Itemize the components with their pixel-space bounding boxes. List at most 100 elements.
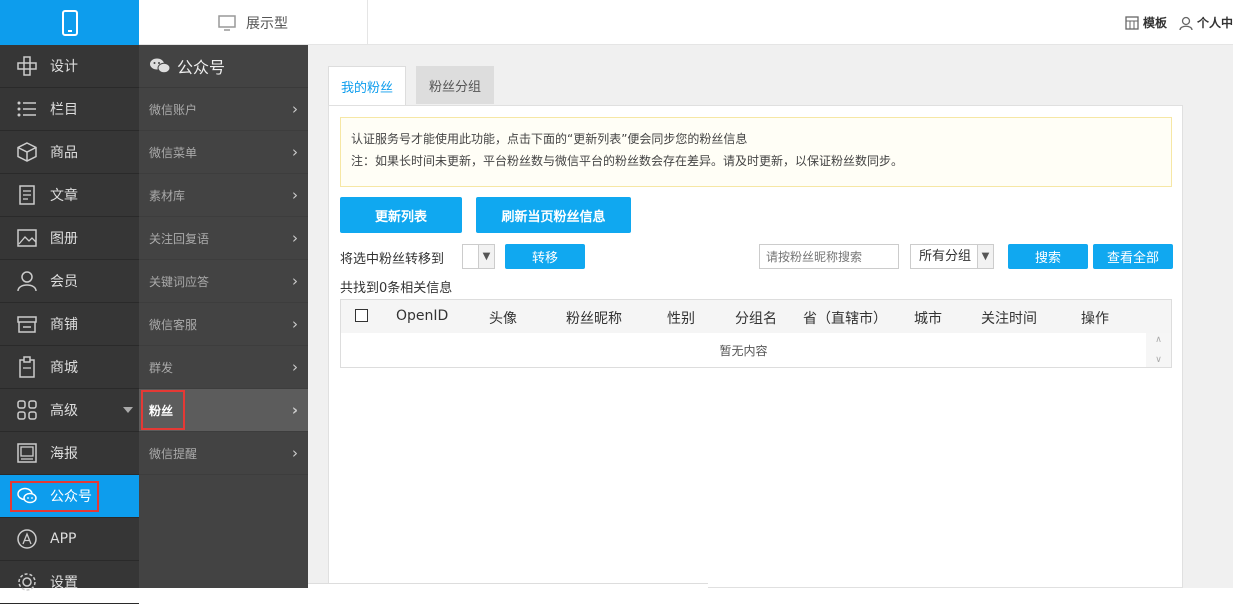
- update-list-button[interactable]: 更新列表: [340, 197, 462, 233]
- subnav-label: 微信提醒: [149, 446, 198, 461]
- move-button[interactable]: 转移: [505, 244, 585, 269]
- main-content: 我的粉丝 粉丝分组 认证服务号才能使用此功能，点击下面的“更新列表”便会同步您的…: [308, 45, 1233, 588]
- fan-search-input[interactable]: [759, 244, 899, 269]
- table-header: OpenID 头像 粉丝昵称 性别 分组名 省（直辖市） 城市 关注时间 操作: [341, 300, 1171, 333]
- gear-icon: [18, 573, 36, 591]
- subnav-label: 关注回复语: [149, 231, 210, 246]
- sidebar-item-settings[interactable]: 设置: [0, 561, 139, 604]
- sidebar-label: 图册: [50, 231, 78, 247]
- sidebar-item-poster[interactable]: 海报: [0, 432, 139, 475]
- top-bar: 展示型 模板 个人中: [0, 0, 1233, 45]
- column-header: 城市: [914, 311, 942, 327]
- subnav-label: 微信账户: [149, 102, 198, 117]
- sidebar-item-advanced[interactable]: 高级: [0, 389, 139, 432]
- sidebar-item-products[interactable]: 商品: [0, 131, 139, 174]
- monitor-icon: [218, 14, 236, 31]
- poster-icon: [17, 443, 37, 463]
- notice-box: 认证服务号才能使用此功能，点击下面的“更新列表”便会同步您的粉丝信息 注：如果长…: [340, 117, 1172, 187]
- table-scrollbar[interactable]: ∧ ∨: [1146, 333, 1171, 367]
- scroll-up-icon[interactable]: ∧: [1155, 335, 1162, 345]
- column-header: 操作: [1081, 311, 1109, 327]
- list-icon: [17, 101, 36, 117]
- chevron-right-icon: ›: [292, 229, 298, 247]
- subnav-item-customer-service[interactable]: 微信客服 ›: [139, 303, 308, 346]
- profile-link[interactable]: 个人中: [1179, 14, 1233, 31]
- sidebar-label: 栏目: [50, 102, 78, 118]
- empty-text: 暂无内容: [719, 343, 768, 358]
- select-all-checkbox[interactable]: [355, 309, 368, 322]
- sidebar-label: 高级: [50, 403, 78, 419]
- fans-table: OpenID 头像 粉丝昵称 性别 分组名 省（直辖市） 城市 关注时间 操作 …: [340, 299, 1172, 368]
- subnav-item-menu[interactable]: 微信菜单 ›: [139, 131, 308, 174]
- wechat-subnav: 公众号 微信账户 › 微信菜单 › 素材库 › 关注回复语 › 关键词应答 › 微信客服 ›…: [139, 45, 308, 588]
- display-type-switch[interactable]: 展示型: [139, 0, 368, 45]
- subnav-label: 群发: [149, 360, 174, 375]
- wechat-icon: [150, 58, 171, 74]
- fans-panel: 认证服务号才能使用此功能，点击下面的“更新列表”便会同步您的粉丝信息 注：如果长…: [328, 105, 1183, 588]
- refresh-page-button[interactable]: 刷新当页粉丝信息: [476, 197, 631, 233]
- tab-fan-groups[interactable]: 粉丝分组: [416, 66, 495, 104]
- column-header: OpenID: [396, 308, 449, 324]
- column-header: 性别: [667, 311, 695, 327]
- subnav-item-materials[interactable]: 素材库 ›: [139, 174, 308, 217]
- fans-highlight-box: [141, 390, 185, 430]
- sidebar-label: 设置: [50, 575, 78, 591]
- move-target-select[interactable]: ▼: [462, 244, 495, 269]
- sidebar-label: 商品: [50, 145, 78, 161]
- subnav-label: 关键词应答: [149, 274, 210, 289]
- chevron-right-icon: ›: [292, 143, 298, 161]
- view-all-button[interactable]: 查看全部: [1093, 244, 1173, 269]
- subnav-item-reminder[interactable]: 微信提醒 ›: [139, 432, 308, 475]
- chevron-right-icon: ›: [292, 272, 298, 290]
- template-icon: [1125, 15, 1139, 30]
- mobile-device-button[interactable]: [0, 0, 139, 45]
- sidebar-label: 海报: [50, 446, 78, 462]
- subnav-item-mass-send[interactable]: 群发 ›: [139, 346, 308, 389]
- sidebar-item-app[interactable]: APP: [0, 518, 139, 561]
- sidebar-label: 设计: [50, 59, 78, 75]
- sidebar-label: APP: [50, 531, 77, 547]
- sidebar-label: 商铺: [50, 317, 78, 333]
- subnav-item-account[interactable]: 微信账户 ›: [139, 88, 308, 131]
- sidebar-item-mall[interactable]: 商城: [0, 346, 139, 389]
- subnav-item-follow-reply[interactable]: 关注回复语 ›: [139, 217, 308, 260]
- chevron-down-icon: ▼: [977, 245, 993, 268]
- image-icon: [17, 229, 37, 247]
- group-filter-select[interactable]: 所有分组 ▼: [910, 244, 994, 269]
- sidebar-item-columns[interactable]: 栏目: [0, 88, 139, 131]
- tab-my-fans[interactable]: 我的粉丝: [328, 66, 407, 106]
- subnav-label: 微信菜单: [149, 145, 198, 160]
- subnav-title: 公众号: [177, 58, 226, 77]
- notice-line-1: 认证服务号才能使用此功能，点击下面的“更新列表”便会同步您的粉丝信息: [351, 132, 748, 146]
- template-label: 模板: [1142, 16, 1167, 30]
- sidebar-item-shop[interactable]: 商铺: [0, 303, 139, 346]
- sidebar-label: 文章: [50, 188, 78, 204]
- subnav-item-keyword-reply[interactable]: 关键词应答 ›: [139, 260, 308, 303]
- chevron-right-icon: ›: [292, 186, 298, 204]
- clipboard-icon: [19, 356, 35, 378]
- notice-line-2: 注：如果长时间未更新，平台粉丝数与微信平台的粉丝数会存在差异。请及时更新，以保证…: [351, 154, 904, 168]
- column-header: 关注时间: [981, 311, 1037, 327]
- search-button[interactable]: 搜索: [1008, 244, 1088, 269]
- document-icon: [19, 185, 35, 205]
- move-label: 将选中粉丝转移到: [340, 252, 445, 267]
- chevron-right-icon: ›: [292, 358, 298, 376]
- display-type-label: 展示型: [246, 15, 288, 32]
- chevron-down-icon: [123, 407, 133, 413]
- store-icon: [17, 316, 37, 333]
- sidebar-item-gallery[interactable]: 图册: [0, 217, 139, 260]
- chevron-right-icon: ›: [292, 444, 298, 462]
- column-header: 头像: [489, 311, 517, 327]
- sidebar-item-members[interactable]: 会员: [0, 260, 139, 303]
- subnav-label: 微信客服: [149, 317, 198, 332]
- sidebar-item-articles[interactable]: 文章: [0, 174, 139, 217]
- sidebar-item-design[interactable]: 设计: [0, 45, 139, 88]
- user-icon: [17, 271, 37, 292]
- chevron-right-icon: ›: [291, 401, 298, 419]
- chevron-down-icon: ▼: [478, 245, 494, 268]
- box-icon: [17, 142, 37, 162]
- column-header: 粉丝昵称: [566, 311, 622, 327]
- scroll-down-icon[interactable]: ∨: [1155, 355, 1162, 365]
- template-link[interactable]: 模板: [1125, 14, 1167, 31]
- horizontal-scrollbar[interactable]: [308, 583, 708, 588]
